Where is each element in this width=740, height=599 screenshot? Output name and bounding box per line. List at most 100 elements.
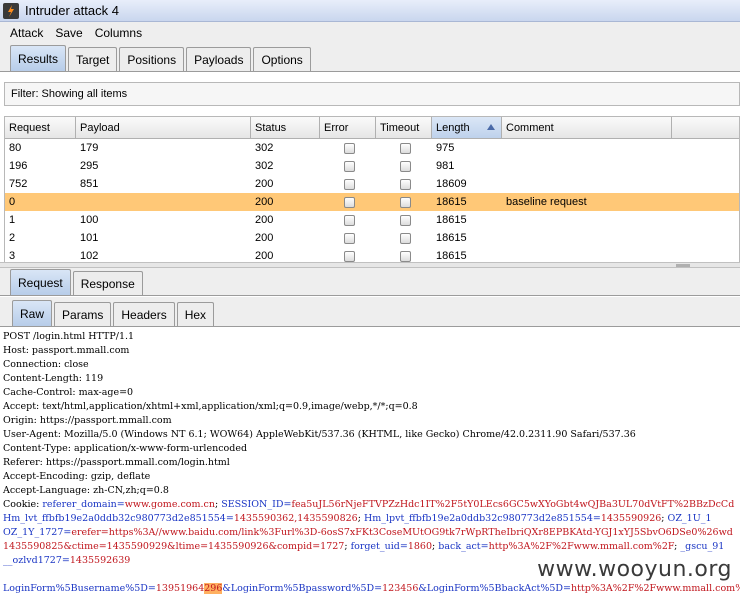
cookie-key: OZ_1Y_1727=: [3, 527, 72, 538]
cookie-value: www.gome.com.cn: [124, 499, 215, 510]
cell-request: 1: [9, 214, 16, 226]
tab-positions[interactable]: Positions: [119, 47, 185, 71]
tab-headers[interactable]: Headers: [113, 302, 175, 326]
table-row[interactable]: 2 101 200 18615: [5, 229, 739, 247]
cookie-key: Hm_lpvt_ffbfb19e2a0ddb32c980773d2e851554…: [363, 513, 601, 524]
tab-params[interactable]: Params: [54, 302, 112, 326]
filter-bar[interactable]: Filter: Showing all items: [4, 82, 740, 106]
cookie-value: 1435590825&ctime=1435590929&ltime=143559…: [3, 541, 345, 552]
tab-options[interactable]: Options: [253, 47, 311, 71]
cookie-key: forget_uid=: [350, 541, 408, 552]
body-param-value: http%3A%2F%2Fwww.mmall.com%2F: [570, 583, 740, 594]
cell-request: 3: [9, 250, 16, 262]
payload-position-marker: 296: [204, 583, 223, 594]
cell-request: 752: [9, 178, 28, 190]
error-checkbox: [344, 196, 355, 208]
cell-error: [320, 211, 376, 229]
error-checkbox: [344, 142, 355, 154]
window-title: Intruder attack 4: [25, 3, 119, 18]
cell-length: 18615: [436, 250, 467, 262]
cell-comment: baseline request: [506, 196, 587, 208]
column-header-length[interactable]: Length: [432, 117, 502, 138]
table-row-selected[interactable]: 0 200 18615 baseline request: [5, 193, 739, 211]
cookie-value: fea5uJL56rNjeFTVPZzHdc1IT%2F5tY0LEcs6GC5…: [291, 499, 735, 510]
message-tab-bar: Request Response: [0, 268, 740, 296]
cell-payload: 179: [80, 142, 99, 154]
header-origin: Origin: https://passport.mmall.com: [3, 415, 172, 426]
request-line: POST /login.html HTTP/1.1: [3, 331, 135, 342]
cookie-value: erefer=https%3A//www.baidu.com/link%3Fur…: [71, 527, 733, 538]
error-checkbox: [344, 160, 355, 172]
tab-payloads[interactable]: Payloads: [186, 47, 252, 71]
table-row[interactable]: 3 102 200 18615: [5, 247, 739, 262]
column-header-status[interactable]: Status: [251, 117, 320, 138]
cookie-key: referer_domain=: [42, 499, 125, 510]
cell-comment: [502, 139, 672, 157]
column-header-error[interactable]: Error: [320, 117, 376, 138]
tab-request[interactable]: Request: [10, 269, 71, 295]
tab-target[interactable]: Target: [68, 47, 118, 71]
tab-raw[interactable]: Raw: [12, 300, 53, 326]
cookie-label: Cookie:: [3, 499, 43, 510]
header-cookie-line-1: Cookie: referer_domain=www.gome.com.cn; …: [3, 498, 740, 512]
menu-columns[interactable]: Columns: [89, 26, 148, 40]
cell-status: 200: [255, 232, 274, 244]
header-accept: Accept: text/html,application/xhtml+xml,…: [3, 401, 418, 412]
cookie-key: Hm_lvt_ffbfb19e2a0ddb32c980773d2e851554=: [3, 513, 234, 524]
tab-hex[interactable]: Hex: [176, 302, 215, 326]
column-header-payload[interactable]: Payload: [76, 117, 251, 138]
cell-length: 18615: [436, 214, 467, 226]
table-row[interactable]: 80 179 302 975: [5, 139, 739, 157]
error-checkbox: [344, 178, 355, 190]
cell-timeout: [376, 211, 432, 229]
cookie-value: 1435592639: [69, 555, 131, 566]
cookie-key: OZ_1U_1: [667, 513, 712, 524]
results-panel: Filter: Showing all items Request Payloa…: [0, 72, 740, 262]
column-header-timeout[interactable]: Timeout: [376, 117, 432, 138]
column-header-length-label: Length: [436, 121, 470, 134]
cookie-value: 1435590926: [600, 513, 662, 524]
menu-save[interactable]: Save: [49, 26, 88, 40]
cell-length: 18615: [436, 196, 467, 208]
timeout-checkbox: [400, 196, 411, 208]
burp-app-icon: [3, 2, 19, 19]
tab-results[interactable]: Results: [10, 45, 67, 71]
cell-timeout: [376, 175, 432, 193]
header-content-length: Content-Length: 119: [3, 373, 104, 384]
header-accept-language: Accept-Language: zh-CN,zh;q=0.8: [3, 485, 169, 496]
error-checkbox: [344, 232, 355, 244]
menu-attack[interactable]: Attack: [4, 26, 49, 40]
cell-error: [320, 229, 376, 247]
header-user-agent: User-Agent: Mozilla/5.0 (Windows NT 6.1;…: [3, 429, 636, 440]
timeout-checkbox: [400, 178, 411, 190]
cell-payload: 100: [80, 214, 99, 226]
window-title-bar: Intruder attack 4: [0, 0, 740, 22]
body-param-value: 123456: [382, 583, 419, 594]
cell-length: 18609: [436, 178, 467, 190]
table-row[interactable]: 196 295 302 981: [5, 157, 739, 175]
table-row[interactable]: 1 100 200 18615: [5, 211, 739, 229]
header-host: Host: passport.mmall.com: [3, 345, 130, 356]
cell-comment: [502, 229, 672, 247]
cell-payload: 295: [80, 160, 99, 172]
cell-comment: [502, 211, 672, 229]
table-row[interactable]: 752 851 200 18609: [5, 175, 739, 193]
body-param-key: &LoginForm%5BbackAct%5D=: [418, 583, 571, 594]
column-header-comment[interactable]: Comment: [502, 117, 672, 138]
cell-timeout: [376, 247, 432, 262]
splitter-grip-icon: [676, 264, 690, 267]
tab-response[interactable]: Response: [72, 271, 143, 295]
cell-comment: [502, 247, 672, 262]
column-header-request[interactable]: Request: [5, 117, 76, 138]
cookie-value: 1435590362,1435590826: [233, 513, 358, 524]
cell-status: 200: [255, 250, 274, 262]
timeout-checkbox: [400, 232, 411, 244]
cookie-value: http%3A%2F%2Fwww.mmall.com%2F: [488, 541, 675, 552]
cell-request: 80: [9, 142, 22, 154]
timeout-checkbox: [400, 214, 411, 226]
filter-text: Filter: Showing all items: [11, 88, 128, 100]
cookie-key: __ozlvd1727=: [3, 555, 70, 566]
sort-ascending-icon: [487, 124, 495, 130]
cell-request: 2: [9, 232, 16, 244]
cell-error: [320, 157, 376, 175]
